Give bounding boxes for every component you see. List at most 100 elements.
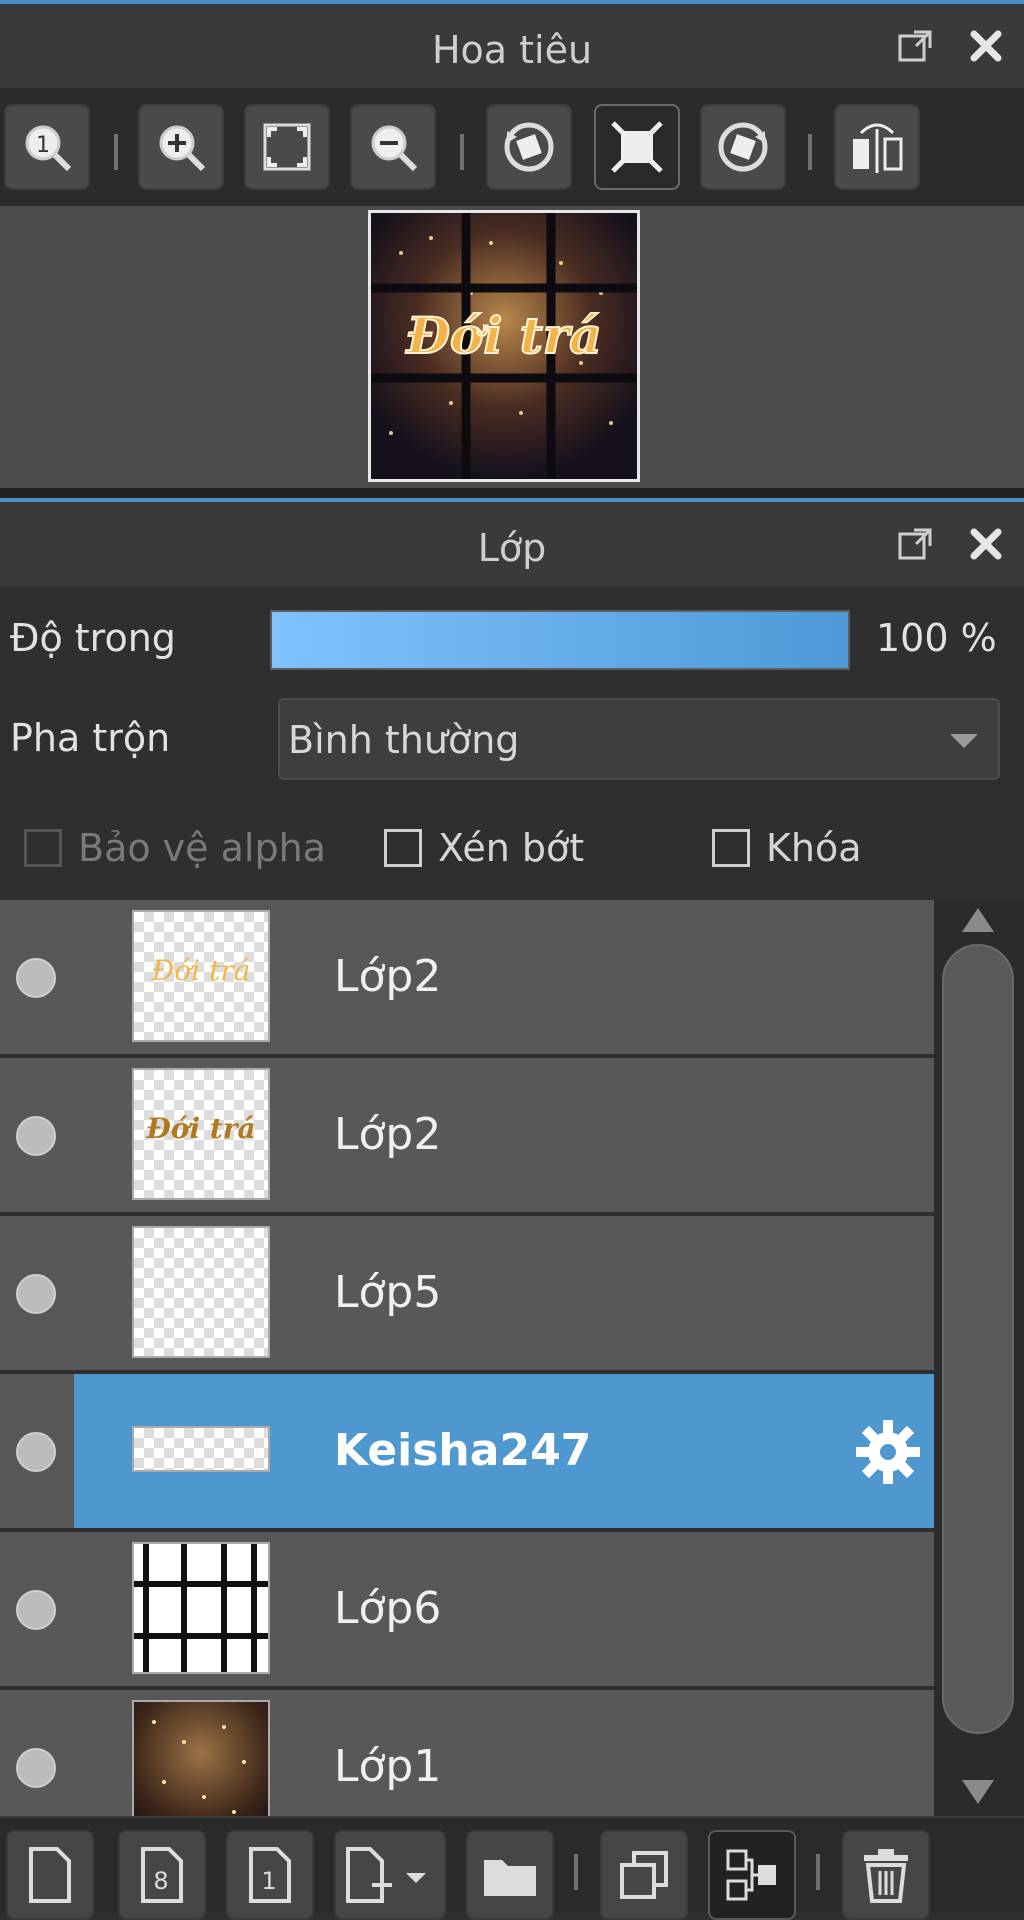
opacity-value: 100 % (876, 616, 997, 660)
svg-text:1: 1 (261, 1867, 276, 1895)
svg-text:8: 8 (153, 1867, 168, 1895)
zoom-in-icon (159, 125, 206, 172)
duplicate-icon (620, 1851, 668, 1899)
rotate-right-icon (718, 122, 768, 172)
layer-name: Lớp2 (334, 1109, 442, 1160)
blend-mode-select[interactable]: Bình thường (278, 698, 1000, 780)
navigator-panel-header: Hoa tiêu (0, 0, 1024, 92)
layer-thumbnail: Đới trá (132, 1068, 270, 1200)
layer-thumbnail-image (134, 1544, 268, 1672)
new-8bit-layer-button[interactable]: 8 (118, 1830, 206, 1920)
layer-row[interactable]: Lớp1 (0, 1690, 934, 1816)
close-icon[interactable] (966, 524, 1006, 564)
toolbar-separator (574, 1854, 578, 1890)
navigator-title: Hoa tiêu (431, 28, 593, 72)
trash-icon (864, 1849, 908, 1903)
toolbar-separator (460, 134, 464, 170)
zoom-in-button[interactable] (138, 104, 224, 190)
popout-icon[interactable] (896, 524, 936, 564)
visibility-icon[interactable] (16, 1116, 56, 1156)
thumb-text: Đới trá (151, 954, 251, 987)
scroll-down-icon[interactable] (962, 1780, 994, 1804)
fit-screen-button[interactable] (244, 104, 330, 190)
opacity-slider[interactable] (270, 610, 850, 670)
visibility-icon[interactable] (16, 1432, 56, 1472)
layer-thumbnail-image: Đới trá (151, 954, 251, 987)
popout-icon[interactable] (896, 26, 936, 66)
layer-name: Lớp6 (334, 1583, 442, 1634)
blend-mode-value: Bình thường (288, 718, 520, 762)
gear-icon[interactable] (852, 1416, 924, 1488)
add-layer-menu-button[interactable] (334, 1830, 446, 1920)
layer-8-icon: 8 (141, 1847, 183, 1903)
checkbox-box (384, 829, 422, 867)
toolbar-separator (114, 134, 118, 170)
canvas-preview-image: Đới trá (371, 213, 637, 479)
layer-row[interactable]: Lớp5 (0, 1216, 934, 1374)
toolbar-separator (808, 134, 812, 170)
navigator-toolbar: 1 (0, 88, 1024, 206)
visibility-icon[interactable] (16, 958, 56, 998)
zoom-out-icon (371, 125, 418, 172)
visibility-icon[interactable] (16, 1274, 56, 1314)
visibility-icon[interactable] (16, 1590, 56, 1630)
delete-layer-button[interactable] (842, 1830, 930, 1920)
blend-mode-label: Pha trộn (10, 716, 171, 760)
scrollbar-thumb[interactable] (942, 944, 1014, 1734)
scroll-up-icon[interactable] (962, 908, 994, 932)
toolbar-separator (816, 1854, 820, 1890)
fit-screen-icon (263, 123, 311, 171)
layer-row[interactable]: Đới trá Lớp2 (0, 900, 934, 1058)
reset-rotation-icon (611, 121, 663, 173)
thumb-text: Đới trá (145, 1112, 255, 1145)
checkbox-box (712, 829, 750, 867)
zoom-actual-button[interactable]: 1 (4, 104, 90, 190)
layers-title: Lớp (477, 526, 547, 570)
layer-actions-toolbar: 8 1 (0, 1816, 1024, 1920)
layer-name: Lớp1 (334, 1741, 442, 1792)
alpha-protect-label: Bảo vệ alpha (78, 826, 326, 870)
layer-name: Keisha247 (334, 1425, 592, 1476)
zoom-out-button[interactable] (350, 104, 436, 190)
rotate-left-button[interactable] (486, 104, 572, 190)
folder-icon (484, 1860, 536, 1896)
flip-icon (853, 123, 903, 173)
layer-1-icon: 1 (249, 1847, 291, 1903)
alpha-protect-checkbox[interactable]: Bảo vệ alpha (24, 826, 326, 870)
canvas-preview-thumbnail[interactable]: Đới trá (368, 210, 640, 482)
zoom-actual-icon: 1 (25, 125, 72, 172)
new-folder-button[interactable] (466, 1830, 554, 1920)
close-icon[interactable] (966, 26, 1006, 66)
merge-icon (726, 1849, 776, 1901)
layer-row[interactable]: Lớp6 (0, 1532, 934, 1690)
layer-thumbnail: Đới trá (132, 910, 270, 1042)
opacity-label: Độ trong (10, 616, 176, 660)
merge-down-button[interactable] (708, 1830, 796, 1920)
preview-title-text: Đới trá (405, 306, 601, 365)
checkbox-box (24, 829, 62, 867)
layer-thumbnail-image (152, 1720, 246, 1814)
layer-row[interactable]: Đới trá Lớp2 (0, 1058, 934, 1216)
rotate-left-icon (504, 122, 554, 172)
layer-list: Đới trá Lớp2 Đới trá Lớp2 Lớp5 Keisha247 (0, 900, 934, 1816)
layer-thumbnail (132, 1426, 270, 1472)
layer-list-scrollbar[interactable] (934, 900, 1024, 1816)
flip-horizontal-button[interactable] (834, 104, 920, 190)
lock-checkbox[interactable]: Khóa (712, 826, 862, 870)
layer-thumbnail (132, 1542, 270, 1674)
layer-name: Lớp5 (334, 1267, 442, 1318)
new-1bit-layer-button[interactable]: 1 (226, 1830, 314, 1920)
new-layer-button[interactable] (6, 1830, 94, 1920)
layer-thumbnail-image: Đới trá (145, 1112, 255, 1145)
visibility-icon[interactable] (16, 1748, 56, 1788)
duplicate-layer-button[interactable] (600, 1830, 688, 1920)
new-page-icon (29, 1847, 71, 1903)
layer-row-selected[interactable]: Keisha247 (0, 1374, 934, 1532)
add-layer-dropdown-icon (346, 1847, 426, 1903)
reset-rotation-button[interactable] (594, 104, 680, 190)
layer-thumbnail (132, 1700, 270, 1816)
layers-panel-header: Lớp (0, 498, 1024, 590)
clipping-checkbox[interactable]: Xén bớt (384, 826, 584, 870)
rotate-right-button[interactable] (700, 104, 786, 190)
clipping-label: Xén bớt (438, 826, 585, 870)
